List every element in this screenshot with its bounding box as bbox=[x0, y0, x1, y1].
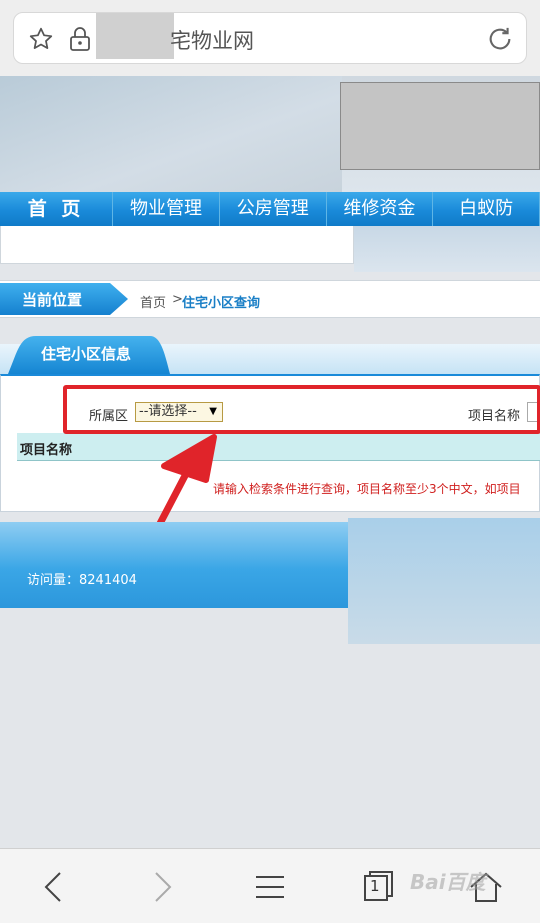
sub-nav-blur bbox=[354, 226, 540, 272]
url-text[interactable]: 宅物业网 bbox=[170, 25, 254, 55]
district-label: 所属区 bbox=[89, 409, 129, 424]
lock-icon bbox=[70, 27, 90, 51]
nav-maintenance-fund[interactable]: 维修资金 bbox=[327, 192, 434, 226]
results-table-header: 项目名称 bbox=[17, 433, 540, 461]
star-icon[interactable] bbox=[28, 26, 54, 52]
chevron-down-icon: ▼ bbox=[209, 406, 217, 417]
tab-count: 1 bbox=[370, 877, 380, 895]
project-name-input[interactable] bbox=[527, 402, 540, 422]
breadcrumb-current: 住宅小区查询 bbox=[182, 296, 261, 311]
nav-public-housing[interactable]: 公房管理 bbox=[220, 192, 327, 226]
banner-logo-blur bbox=[0, 76, 342, 192]
breadcrumb-home-link[interactable]: 首页 bbox=[140, 292, 166, 311]
search-hint: 请输入检索条件进行查询，项目名称至少3个中文，如项目 bbox=[213, 482, 521, 496]
panel-tab-title[interactable]: 住宅小区信息 bbox=[41, 343, 131, 364]
tabs-button[interactable]: 1 bbox=[358, 869, 398, 905]
back-icon[interactable] bbox=[34, 869, 74, 905]
forward-icon[interactable] bbox=[142, 869, 182, 905]
nav-termite-control[interactable]: 白蚁防 bbox=[433, 192, 540, 226]
nav-property-management[interactable]: 物业管理 bbox=[113, 192, 220, 226]
breadcrumb-label-box: 当前位置 bbox=[0, 281, 130, 317]
nav-home[interactable]: 首 页 bbox=[0, 192, 114, 226]
url-blur bbox=[96, 13, 174, 59]
menu-icon[interactable] bbox=[250, 869, 290, 905]
district-select[interactable]: --请选择-- ▼ bbox=[135, 402, 223, 422]
breadcrumb-label: 当前位置 bbox=[22, 291, 83, 309]
baidu-watermark: Bai百度 bbox=[410, 870, 486, 894]
filter-row: 所属区 --请选择-- ▼ 项目名称 bbox=[65, 388, 540, 436]
visit-counter: 访问量：8241404 bbox=[27, 573, 137, 588]
banner-placeholder bbox=[340, 82, 540, 170]
refresh-icon[interactable] bbox=[486, 25, 514, 53]
url-box[interactable]: 宅物业网 bbox=[13, 12, 527, 64]
column-project-name: 项目名称 bbox=[20, 443, 73, 458]
panel-tab-strip: 住宅小区信息 bbox=[0, 330, 540, 374]
query-panel: 所属区 --请选择-- ▼ 项目名称 项目名称 请输入检索条件进行查询，项目名称… bbox=[0, 374, 540, 512]
site-header bbox=[0, 76, 540, 192]
sub-nav-strip bbox=[0, 226, 354, 264]
main-nav: 首 页 物业管理 公房管理 维修资金 白蚁防 bbox=[0, 192, 540, 226]
footer-blur bbox=[348, 518, 540, 644]
project-name-label: 项目名称 bbox=[468, 409, 521, 424]
breadcrumb: 当前位置 首页 > 住宅小区查询 bbox=[0, 280, 540, 318]
browser-address-bar: 宅物业网 bbox=[0, 0, 540, 76]
district-select-value: --请选择-- bbox=[139, 404, 197, 419]
